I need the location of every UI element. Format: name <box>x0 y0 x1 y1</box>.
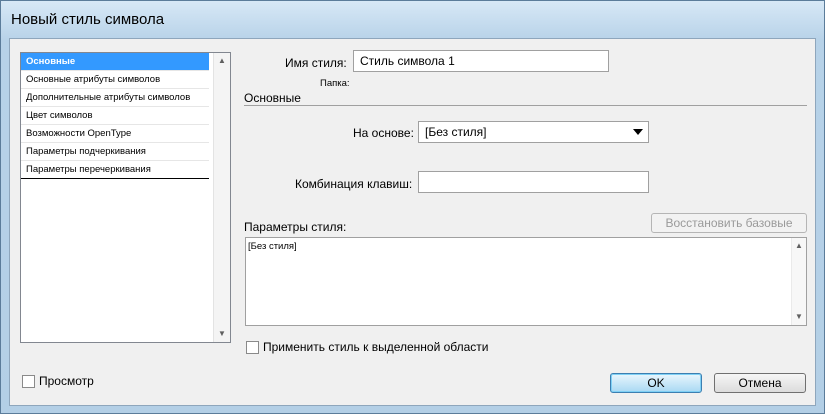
category-items: Основные Основные атрибуты символов Допо… <box>21 53 209 179</box>
style-settings-box[interactable]: [Без стиля] ▲ ▼ <box>245 237 807 326</box>
category-item-basic-char-attrs[interactable]: Основные атрибуты символов <box>21 71 209 89</box>
scroll-down-icon[interactable]: ▼ <box>214 326 230 342</box>
based-on-value: [Без стиля] <box>425 125 487 139</box>
category-item-advanced-char-attrs[interactable]: Дополнительные атрибуты символов <box>21 89 209 107</box>
title-bar[interactable]: Новый стиль символа <box>1 1 824 39</box>
style-settings-scrollbar[interactable]: ▲ ▼ <box>791 238 806 325</box>
preview-checkbox[interactable] <box>22 375 35 388</box>
category-list-scrollbar[interactable]: ▲ ▼ <box>213 53 230 342</box>
dialog-content: Основные Основные атрибуты символов Допо… <box>9 38 816 406</box>
ok-button[interactable]: OK <box>610 373 702 393</box>
window-title: Новый стиль символа <box>11 11 165 28</box>
reset-to-base-button[interactable]: Восстановить базовые <box>651 213 807 233</box>
scroll-down-icon[interactable]: ▼ <box>792 309 806 325</box>
category-item-underline[interactable]: Параметры подчеркивания <box>21 143 209 161</box>
folder-label: Папка: <box>320 78 350 89</box>
cancel-button[interactable]: Отмена <box>714 373 806 393</box>
apply-style-label[interactable]: Применить стиль к выделенной области <box>263 340 489 354</box>
style-settings-text: [Без стиля] <box>248 241 297 252</box>
based-on-label: На основе: <box>353 126 414 140</box>
preview-label[interactable]: Просмотр <box>39 374 94 388</box>
style-name-label: Имя стиля: <box>285 56 347 70</box>
category-item-strikethrough[interactable]: Параметры перечеркивания <box>21 161 209 179</box>
scroll-up-icon[interactable]: ▲ <box>214 53 230 69</box>
shortcut-input[interactable] <box>418 171 649 193</box>
category-item-char-color[interactable]: Цвет символов <box>21 107 209 125</box>
scroll-up-icon[interactable]: ▲ <box>792 238 806 254</box>
style-name-input[interactable]: Стиль символа 1 <box>353 50 609 72</box>
category-list[interactable]: Основные Основные атрибуты символов Допо… <box>20 52 231 343</box>
shortcut-label: Комбинация клавиш: <box>295 177 413 191</box>
style-settings-label: Параметры стиля: <box>244 220 347 234</box>
dialog-window: Новый стиль символа Основные Основные ат… <box>0 0 825 414</box>
based-on-select[interactable]: [Без стиля] <box>418 121 649 143</box>
category-item-basic[interactable]: Основные <box>21 53 209 71</box>
chevron-down-icon <box>633 129 643 135</box>
category-item-opentype[interactable]: Возможности OpenType <box>21 125 209 143</box>
section-divider <box>244 105 807 106</box>
apply-style-checkbox[interactable] <box>246 341 259 354</box>
section-title: Основные <box>244 91 301 105</box>
